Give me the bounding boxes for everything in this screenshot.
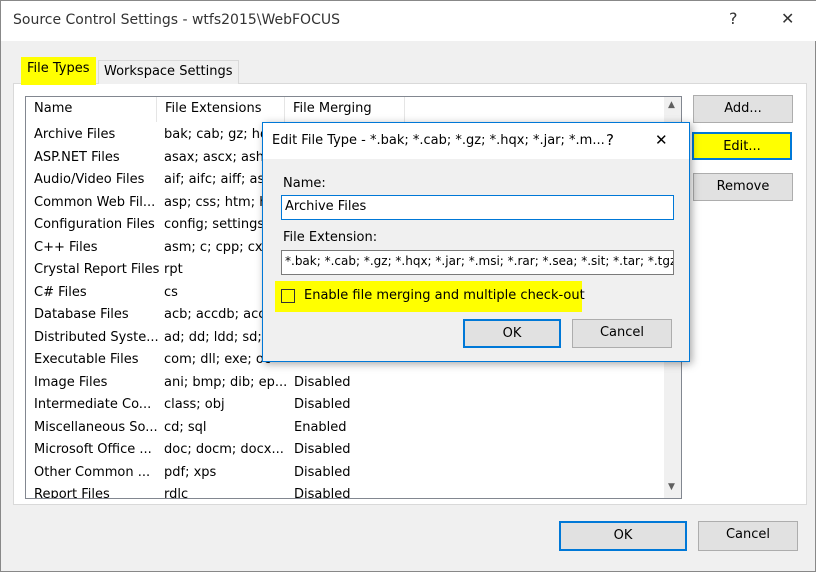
ok-button[interactable]: OK (559, 521, 687, 551)
merging-cell: Disabled (294, 464, 351, 480)
extensions-cell: bak; cab; gz; hq (164, 127, 269, 142)
extensions-cell: ad; dd; ldd; sd; s (164, 329, 273, 345)
column-header-merging[interactable]: File Merging (285, 97, 405, 122)
name-cell: Executable Files (34, 352, 139, 367)
extensions-cell: acb; accdb; acc (164, 307, 266, 322)
dialog-title: Edit File Type - *.bak; *.cab; *.gz; *.h… (272, 133, 605, 148)
name-cell: Image Files (34, 374, 108, 390)
merge-checkbox-row[interactable]: Enable file merging and multiple check-o… (275, 281, 585, 312)
name-cell: Common Web Fil... (34, 194, 156, 210)
file-extension-label: File Extension: (283, 230, 378, 245)
table-row[interactable]: Image Files ani; bmp; dib; ep... Disabled (26, 375, 666, 398)
extensions-cell: rpt (164, 262, 183, 277)
extensions-cell: config; settings (164, 217, 265, 232)
column-header-name[interactable]: Name (26, 97, 157, 122)
extensions-cell: rdlc (164, 487, 189, 499)
extensions-cell: asax; ascx; ashx; (164, 149, 277, 165)
merging-cell: Disabled (294, 442, 351, 457)
file-extension-input[interactable]: *.bak; *.cab; *.gz; *.hqx; *.jar; *.msi;… (281, 250, 674, 275)
cancel-button[interactable]: Cancel (698, 521, 798, 551)
merge-checkbox-label: Enable file merging and multiple check-o… (304, 288, 585, 303)
name-cell: Archive Files (34, 127, 116, 142)
extensions-cell: asp; css; htm; ht (164, 194, 273, 210)
dialog-help-button[interactable]: ? (606, 131, 614, 149)
name-label: Name: (283, 176, 326, 191)
edit-file-type-dialog: Edit File Type - *.bak; *.cab; *.gz; *.h… (262, 122, 690, 362)
scroll-down-icon[interactable]: ▼ (668, 482, 675, 492)
table-row[interactable]: Other Common ... pdf; xps Disabled (26, 465, 666, 488)
edit-button[interactable]: Edit... (692, 132, 792, 160)
table-row[interactable]: Miscellaneous So... cd; sql Enabled (26, 420, 666, 443)
dialog-title-bar: Edit File Type - *.bak; *.cab; *.gz; *.h… (263, 123, 689, 159)
merging-cell: Disabled (294, 374, 351, 390)
table-row[interactable]: Report Files rdlc Disabled (26, 487, 666, 499)
window-title: Source Control Settings - wtfs2015\WebFO… (13, 12, 340, 28)
name-cell: Database Files (34, 307, 129, 322)
table-row[interactable]: Microsoft Office ... doc; docm; docx... Di… (26, 442, 666, 465)
extensions-cell: doc; docm; docx... (164, 442, 284, 457)
tab-workspace-settings[interactable]: Workspace Settings (98, 60, 239, 84)
extensions-cell: cs (164, 284, 178, 300)
name-cell: Distributed Syste... (34, 329, 159, 345)
name-cell: Other Common ... (34, 464, 151, 480)
dialog-close-icon[interactable]: ✕ (655, 131, 668, 149)
help-button[interactable]: ? (729, 9, 738, 28)
name-cell: Intermediate Co... (34, 397, 152, 412)
extensions-cell: cd; sql (164, 419, 207, 435)
tab-file-types[interactable]: File Types (21, 57, 96, 85)
extensions-cell: class; obj (164, 397, 225, 412)
name-cell: Miscellaneous So... (34, 419, 158, 435)
name-cell: Audio/Video Files (34, 172, 145, 187)
merging-cell: Enabled (294, 419, 347, 435)
name-cell: ASP.NET Files (34, 149, 120, 165)
name-cell: C++ Files (34, 239, 98, 255)
name-input[interactable]: Archive Files (281, 195, 674, 220)
scroll-up-icon[interactable]: ▲ (668, 100, 675, 110)
column-header-extensions[interactable]: File Extensions (157, 97, 285, 122)
merge-checkbox[interactable] (281, 289, 295, 303)
extensions-cell: asm; c; cpp; cxx (164, 239, 271, 255)
dialog-cancel-button[interactable]: Cancel (572, 319, 672, 348)
name-cell: Crystal Report Files (34, 262, 160, 277)
name-cell: Configuration Files (34, 217, 155, 232)
name-cell: Microsoft Office ... (34, 442, 152, 457)
name-cell: Report Files (34, 487, 110, 499)
merging-cell: Disabled (294, 487, 351, 499)
extensions-cell: ani; bmp; dib; ep... (164, 374, 288, 390)
remove-button[interactable]: Remove (693, 173, 793, 201)
name-cell: C# Files (34, 284, 87, 300)
extensions-cell: aif; aifc; aiff; asf; (164, 172, 274, 187)
dialog-ok-button[interactable]: OK (463, 319, 561, 348)
extensions-cell: pdf; xps (164, 464, 217, 480)
add-button[interactable]: Add... (693, 95, 793, 123)
close-icon[interactable]: ✕ (781, 9, 794, 28)
title-bar: Source Control Settings - wtfs2015\WebFO… (1, 1, 816, 41)
table-row[interactable]: Intermediate Co... class; obj Disabled (26, 397, 666, 420)
merging-cell: Disabled (294, 397, 351, 412)
extensions-cell: com; dll; exe; oc (164, 352, 271, 367)
